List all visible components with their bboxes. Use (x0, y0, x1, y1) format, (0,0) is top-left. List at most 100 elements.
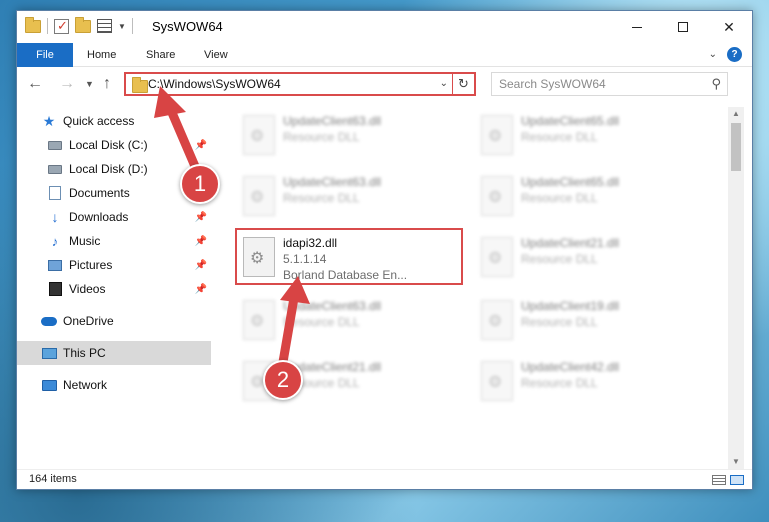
minimize-button[interactable] (614, 11, 660, 43)
dll-file-icon (243, 300, 275, 340)
toolbar-separator (131, 18, 133, 34)
customize-toolbar-dropdown-icon[interactable]: ▼ (118, 22, 126, 31)
list-item[interactable]: UpdateClient42.dll Resource DLL (477, 355, 707, 411)
refresh-icon[interactable]: ↻ (452, 74, 474, 94)
file-type: Resource DLL (521, 130, 598, 144)
onedrive-icon (41, 314, 57, 328)
file-type: Resource DLL (521, 376, 598, 390)
pc-icon (41, 346, 57, 360)
search-input[interactable]: Search SysWOW64 (499, 77, 606, 91)
sidebar-item-label: Videos (69, 282, 106, 296)
music-icon: ♪ (51, 233, 59, 249)
file-type: Resource DLL (521, 191, 598, 205)
search-icon[interactable]: ⚲ (711, 76, 721, 92)
pin-icon: 📌 (194, 139, 207, 151)
ribbon-right-controls: ⌄ ? (709, 47, 742, 62)
sidebar-item-network[interactable]: Network (41, 373, 213, 397)
back-arrow-icon[interactable]: ← (27, 75, 43, 93)
file-name: UpdateClient63.dll (283, 299, 382, 313)
step-badge-2: 2 (263, 360, 303, 400)
sidebar-item-label: Music (69, 234, 101, 248)
sidebar-item-local-disk-c[interactable]: Local Disk (C:) 📌 (47, 133, 213, 157)
maximize-button[interactable] (660, 11, 706, 43)
list-item[interactable]: UpdateClient21.dll Resource DLL (477, 231, 707, 287)
address-bar[interactable]: C:\Windows\SysWOW64 ⌄ ↻ (124, 72, 476, 96)
file-name: UpdateClient42.dll (521, 360, 620, 374)
toolbar-separator (47, 18, 48, 34)
sidebar-item-pictures[interactable]: Pictures 📌 (47, 253, 213, 277)
sidebar-item-label: Pictures (69, 258, 113, 272)
minimize-icon (632, 26, 642, 28)
address-folder-icon (132, 77, 148, 93)
star-icon: ★ (42, 112, 56, 129)
properties-check-icon[interactable] (54, 18, 69, 34)
sidebar-item-music[interactable]: ♪ Music 📌 (47, 229, 213, 253)
help-icon[interactable]: ? (727, 47, 742, 62)
file-type: Resource DLL (521, 252, 598, 266)
list-item[interactable]: UpdateClient65.dll Resource DLL (477, 109, 707, 165)
sidebar-item-this-pc[interactable]: This PC (17, 341, 211, 365)
sidebar-item-label: Quick access (63, 114, 135, 128)
dll-file-icon (481, 300, 513, 340)
maximize-icon (678, 22, 688, 32)
tab-view[interactable]: View (204, 43, 228, 67)
sidebar-item-downloads[interactable]: ↓ Downloads 📌 (47, 205, 213, 229)
status-bar: 164 items (17, 469, 752, 489)
file-type: Resource DLL (283, 191, 360, 205)
close-icon: ✕ (723, 18, 735, 35)
new-folder-icon[interactable] (75, 16, 91, 33)
file-name: UpdateClient63.dll (283, 114, 382, 128)
vertical-scrollbar[interactable]: ▲ ▼ (728, 107, 744, 469)
dll-file-icon (481, 115, 513, 155)
drive-icon (47, 138, 63, 152)
sidebar-item-onedrive[interactable]: OneDrive (41, 309, 213, 333)
details-view-icon[interactable] (712, 475, 726, 485)
file-name: UpdateClient21.dll (521, 236, 620, 250)
step-badge-1: 1 (180, 164, 220, 204)
tab-home[interactable]: Home (87, 43, 116, 67)
address-dropdown-icon[interactable]: ⌄ (440, 78, 448, 89)
item-count: 164 items (29, 473, 77, 485)
scroll-down-icon[interactable]: ▼ (728, 455, 744, 469)
list-item[interactable]: UpdateClient65.dll Resource DLL (477, 170, 707, 226)
address-path[interactable]: C:\Windows\SysWOW64 (148, 77, 281, 91)
recent-locations-chevron-icon[interactable]: ▼ (85, 79, 94, 89)
dll-file-icon (243, 115, 275, 155)
title-bar: ▼ SysWOW64 ✕ (17, 11, 752, 43)
folder-icon[interactable] (25, 16, 41, 33)
navigation-bar: ← → ▼ ↑ C:\Windows\SysWOW64 ⌄ ↻ Search S… (17, 68, 752, 102)
list-item[interactable]: UpdateClient63.dll Resource DLL (239, 294, 469, 350)
file-type: Resource DLL (521, 315, 598, 329)
list-item[interactable]: UpdateClient63.dll Resource DLL (239, 109, 469, 165)
close-button[interactable]: ✕ (706, 11, 752, 43)
file-highlight-box (235, 228, 463, 285)
forward-arrow-icon[interactable]: → (59, 75, 75, 93)
sidebar-item-label: Network (63, 378, 108, 392)
window-title: SysWOW64 (152, 19, 223, 34)
drive-icon (47, 162, 63, 176)
search-box[interactable]: Search SysWOW64 ⚲ (491, 72, 728, 96)
dll-file-icon (481, 176, 513, 216)
large-icons-view-icon[interactable] (730, 475, 744, 485)
sidebar-item-videos[interactable]: Videos 📌 (47, 277, 213, 301)
tab-file[interactable]: File (17, 43, 73, 67)
navigation-pane: ★ Quick access Local Disk (C:) 📌 Local D… (17, 107, 213, 462)
ribbon-tabs: File Home Share View ⌄ ? (17, 43, 752, 67)
sidebar-item-label: Documents (69, 186, 130, 200)
sidebar-item-quick-access[interactable]: ★ Quick access (41, 109, 213, 133)
list-item[interactable]: UpdateClient19.dll Resource DLL (477, 294, 707, 350)
tab-share[interactable]: Share (146, 43, 175, 67)
pictures-icon (47, 258, 63, 272)
list-item[interactable]: UpdateClient63.dll Resource DLL (239, 170, 469, 226)
file-type: Resource DLL (283, 130, 360, 144)
sidebar-item-label: Local Disk (C:) (69, 138, 148, 152)
file-name: UpdateClient19.dll (521, 299, 620, 313)
expand-ribbon-chevron-icon[interactable]: ⌄ (709, 49, 717, 60)
scrollbar-thumb[interactable] (731, 123, 741, 171)
up-arrow-icon[interactable]: ↑ (103, 75, 111, 93)
videos-icon (47, 282, 63, 296)
scroll-up-icon[interactable]: ▲ (728, 107, 744, 121)
download-icon: ↓ (51, 209, 59, 225)
dll-file-icon (481, 237, 513, 277)
properties-icon[interactable] (97, 19, 112, 33)
